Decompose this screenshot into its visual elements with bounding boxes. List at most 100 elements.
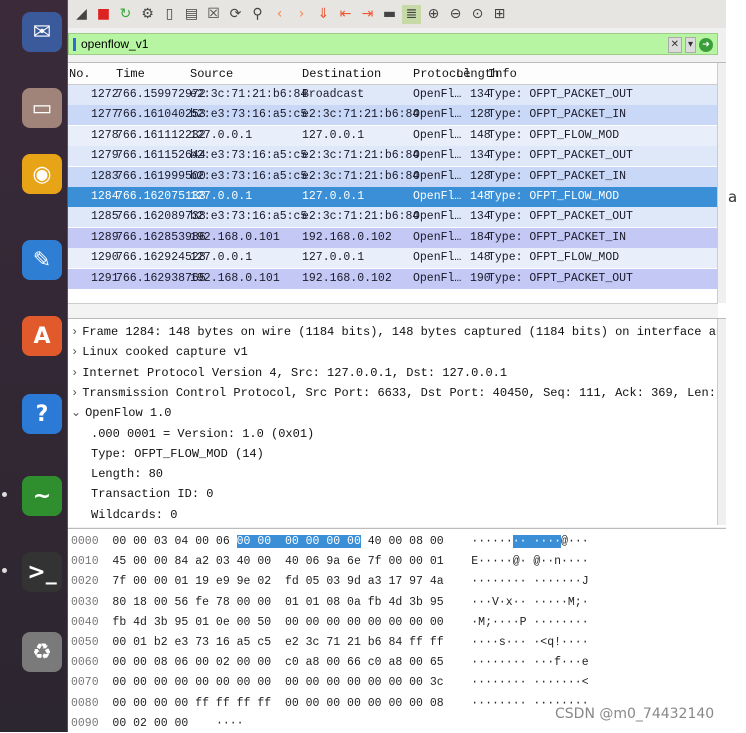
hex-dump-line[interactable]: 0030 80 18 00 56 fe 78 00 00 01 01 08 0a… [71,593,589,613]
hex-dump-line[interactable]: 0080 00 00 00 00 ff ff ff ff 00 00 00 00… [71,694,589,714]
hex-dump-line[interactable]: 0070 00 00 00 00 00 00 00 00 00 00 00 00… [71,673,589,693]
column-header[interactable]: Source [190,67,233,81]
go-first-icon[interactable]: ⇤ [336,5,355,24]
filter-bookmark-icon[interactable] [73,38,76,51]
detail-text: Type: OFPT_FLOW_MOD (14) [91,446,264,461]
launcher-item[interactable]: >_ [2,548,68,596]
detail-tree-item[interactable]: › Frame 1284: 148 bytes on wire (1184 bit… [71,322,726,342]
packet-row-selected[interactable]: 1284 766.162075133 127.0.0.1 127.0.0.1 OpenF… [68,187,718,207]
packet-row[interactable]: 1279 766.161152644 b2:e3:73:16:a5:c5 e2:3c:… [68,146,718,167]
hex-dump-line[interactable]: 0040 fb 4d 3b 95 01 0e 00 50 00 00 00 00… [71,613,589,633]
packet-bytes-pane: 0000 00 00 03 04 00 06 00 00 00 00 00 00… [68,528,726,733]
hex-dump-line[interactable]: 0020 7f 00 00 01 19 e9 9e 02 fd 05 03 9d… [71,572,589,592]
detail-tree-item[interactable]: Transaction ID: 0 [91,484,213,504]
clear-filter-icon[interactable]: ✕ [667,37,682,53]
go-to-packet-icon[interactable]: ⇓ [314,5,333,24]
packet-cell-proto: OpenFl… [413,108,462,122]
packet-cell-no: 1277 [91,108,119,122]
packet-row[interactable]: 1278 766.161112232 127.0.0.1 127.0.0.1 OpenF… [68,125,718,146]
packet-row[interactable]: 1291 766.162938765 192.168.0.101 192.168.0.… [68,268,718,289]
display-filter-input[interactable] [81,35,641,53]
packet-row[interactable]: 1285 766.162089738 b2:e3:73:16:a5:c5 e2:3c:… [68,207,718,228]
hex-dump-line[interactable]: 0050 00 01 b2 e3 73 16 a5 c5 e2 3c 71 21… [71,633,589,653]
packet-cell-src: 127.0.0.1 [190,128,253,142]
launcher-item[interactable]: ▭ [16,84,68,132]
wireshark-window: ◢ ■ ↻ ⚙ ▯ ▤ ☒ ⟳ ⚲ ‹ › ⇓ ⇤ ⇥ ▬ ≣ ⊕ ⊖ ⊙ ⊞ … [68,0,730,733]
detail-tree-item[interactable]: › Internet Protocol Version 4, Src: 127.0… [71,363,507,383]
packet-list-hscroll[interactable] [68,303,718,318]
zoom-in-icon[interactable]: ⊕ [424,5,443,24]
desktop-edge-text: a [728,188,738,206]
recent-filters-icon[interactable]: ▾ [684,37,696,53]
launcher-item[interactable]: ? [16,390,68,438]
packet-row[interactable]: 1283 766.161999500 b2:e3:73:16:a5:c5 e2:3c:… [68,166,718,187]
go-back-icon[interactable]: ‹ [270,5,289,24]
zoom-out-icon[interactable]: ⊖ [446,5,465,24]
column-header[interactable]: Destination [302,67,381,81]
autoscroll-icon[interactable]: ▬ [380,5,399,24]
detail-tree-item[interactable]: .000 0001 = Version: 1.0 (0x01) [91,424,314,444]
launcher-item[interactable]: ♻ [16,628,68,676]
hex-dump-line[interactable]: 0000 00 00 03 04 00 06 00 00 00 00 00 00… [71,532,589,552]
rhythmbox-icon: ◉ [22,154,62,194]
main-toolbar: ◢ ■ ↻ ⚙ ▯ ▤ ☒ ⟳ ⚲ ‹ › ⇓ ⇤ ⇥ ▬ ≣ ⊕ ⊖ ⊙ ⊞ [68,0,730,28]
packet-row[interactable]: 1277 766.161040253 b2:e3:73:16:a5:c5 e2:3c:… [68,105,718,126]
detail-text: OpenFlow 1.0 [85,406,172,421]
packet-row[interactable]: 1289 766.162853986 192.168.0.101 192.168.0.… [68,227,718,248]
hex-gap [444,676,472,689]
detail-tree-item[interactable]: › Linux cooked capture v1 [71,342,248,362]
launcher-item[interactable]: ~ [2,472,68,520]
hex-bytes: 00 02 00 00 [98,716,189,730]
start-capture-icon[interactable]: ◢ [72,5,91,24]
go-last-icon[interactable]: ⇥ [358,5,377,24]
hex-bytes: 00 01 b2 e3 73 16 a5 c5 e2 3c 71 21 b6 8… [98,636,444,649]
collapsed-arrow-icon[interactable]: › [71,325,78,339]
collapsed-arrow-icon[interactable]: › [71,386,78,400]
ubuntu-launcher: ✉ ▭ ◉ ✎ A? ~ >_ ♻ [0,0,68,732]
hex-gap [444,575,472,588]
close-file-icon[interactable]: ☒ [204,5,223,24]
expanded-arrow-icon[interactable]: ⌄ [71,406,81,420]
collapsed-arrow-icon[interactable]: › [71,345,78,359]
detail-tree-item[interactable]: ⌄ OpenFlow 1.0 [71,403,171,423]
hex-dump-line[interactable]: 0090 00 02 00 00 ···· [71,714,244,733]
find-packet-icon[interactable]: ⚲ [248,5,267,24]
detail-tree-item[interactable]: Type: OFPT_FLOW_MOD (14) [91,444,264,464]
launcher-item[interactable]: ✉ [16,8,68,56]
display-filter-box: ✕ ▾ ➜ [68,33,718,55]
ascii-text: @··· [561,535,589,548]
launcher-item[interactable]: ◉ [16,150,68,198]
column-header[interactable]: Time [116,67,145,81]
colorize-icon[interactable]: ≣ [402,4,421,24]
hex-dump-line[interactable]: 0010 45 00 00 84 a2 03 40 00 40 06 9a 6e… [71,552,589,572]
detail-tree-item[interactable]: Wildcards: 0 [91,505,177,525]
detail-tree-item[interactable]: › Transmission Control Protocol, Src Port… [71,383,726,403]
apply-filter-icon[interactable]: ➜ [699,38,713,52]
capture-options-icon[interactable]: ⚙ [138,5,157,24]
collapsed-arrow-icon[interactable]: › [71,366,78,380]
restart-capture-icon[interactable]: ↻ [116,5,135,24]
packet-row[interactable]: 1272 766.159972972 e2:3c:71:21:b6:84 Broadc… [68,85,718,105]
hex-dump-line[interactable]: 0060 00 00 08 06 00 02 00 00 c0 a8 00 66… [71,653,589,673]
desktop-edge: a [726,0,746,732]
packet-list-header: No. Time Source Destination Protocol Len… [68,63,726,85]
packet-list-vscroll[interactable] [717,63,726,303]
launcher-item[interactable]: A [16,312,68,360]
hex-gap [444,616,472,629]
zoom-normal-icon[interactable]: ⊙ [468,5,487,24]
launcher-item[interactable]: ✎ [16,236,68,284]
ascii-text: ·M;····P ········ [471,615,589,629]
column-header[interactable]: No. [69,67,91,81]
open-file-icon[interactable]: ▯ [160,5,179,24]
detail-tree-item[interactable]: Length: 80 [91,464,163,484]
column-header[interactable]: Info [488,67,517,81]
go-forward-icon[interactable]: › [292,5,311,24]
packet-row[interactable]: 1290 766.162924528 127.0.0.1 127.0.0.1 OpenF… [68,248,718,269]
detail-text: Length: 80 [91,467,164,482]
stop-capture-icon[interactable]: ■ [94,5,113,24]
save-file-icon[interactable]: ▤ [182,5,201,24]
reload-file-icon[interactable]: ⟳ [226,5,245,24]
details-vscroll[interactable] [717,319,726,525]
packet-cell-src: b2:e3:73:16:a5:c5 [190,149,308,163]
resize-columns-icon[interactable]: ⊞ [490,5,509,24]
